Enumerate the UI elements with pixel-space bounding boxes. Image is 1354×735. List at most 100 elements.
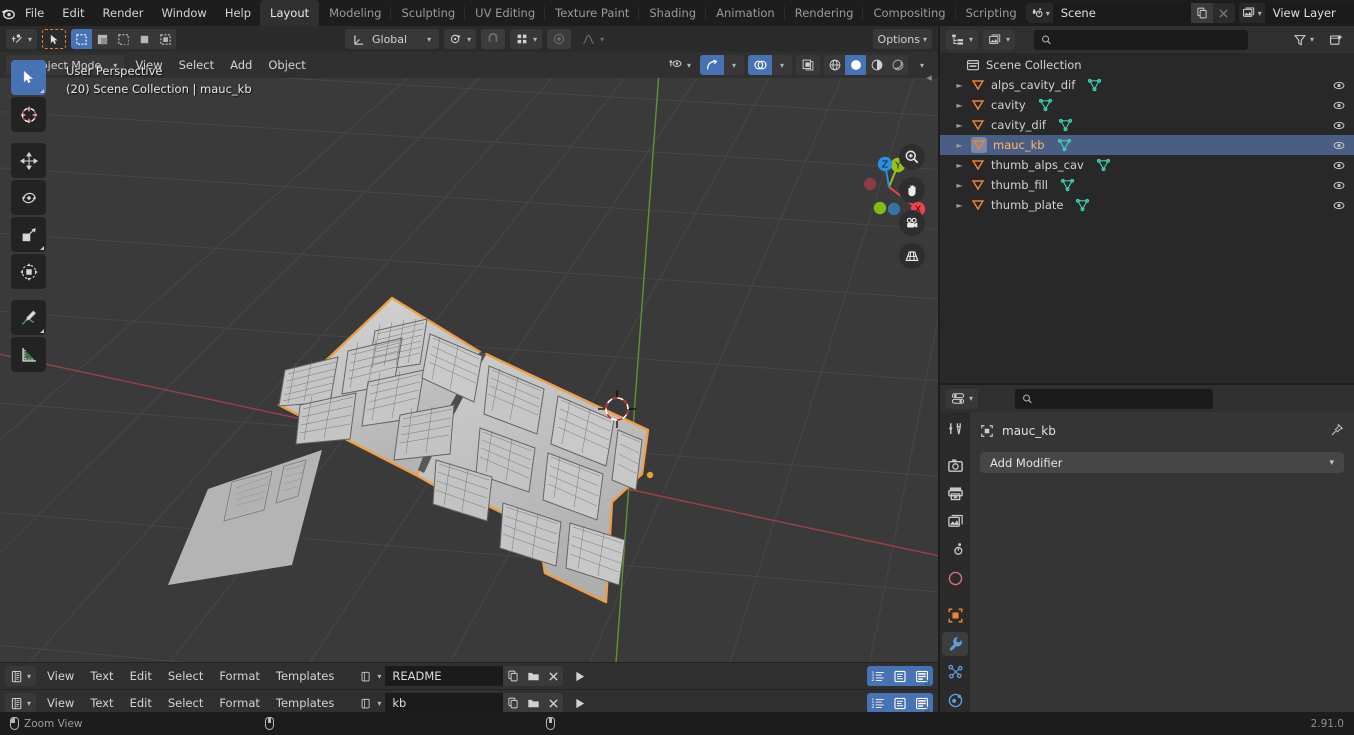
outliner-funnel-icon[interactable]: ▾ xyxy=(1288,30,1319,50)
shading-solid-icon[interactable] xyxy=(845,55,866,75)
new-collection-icon[interactable] xyxy=(1324,30,1348,50)
perspective-grid-icon[interactable] xyxy=(899,243,925,269)
new-text-icon-2[interactable] xyxy=(503,693,524,713)
object-mesh-icon[interactable] xyxy=(971,198,985,212)
text-datablock-name-2[interactable]: kb xyxy=(385,693,504,713)
pivot-point-dropdown[interactable]: ▾ xyxy=(444,29,477,49)
tool-annotate[interactable] xyxy=(11,300,46,335)
text-editor-1-menu-select[interactable]: Select xyxy=(160,666,211,686)
mesh-data-icon[interactable] xyxy=(1057,138,1072,152)
camera-icon[interactable] xyxy=(899,210,925,236)
expand-arrow-icon[interactable]: ► xyxy=(954,201,965,210)
outliner-row-mauc_kb[interactable]: ► mauc_kb xyxy=(940,135,1354,155)
gizmo-toggle[interactable] xyxy=(700,55,724,75)
viewport-canvas[interactable]: X Y Z xyxy=(0,78,938,662)
open-folder-icon-1[interactable] xyxy=(523,666,544,686)
tab-world[interactable] xyxy=(942,566,968,590)
workspace-tab-compositing[interactable]: Compositing xyxy=(863,0,956,26)
object-mesh-icon[interactable] xyxy=(971,118,985,132)
tab-scene[interactable] xyxy=(942,538,968,562)
text-editor-2-menu-edit[interactable]: Edit xyxy=(122,693,160,713)
outliner-row-thumb_alps_cav[interactable]: ► thumb_alps_cav xyxy=(940,155,1354,175)
scene-datablock[interactable]: ▾ Scene xyxy=(1026,3,1235,23)
select-invert-icon[interactable] xyxy=(134,29,155,49)
mesh-data-icon[interactable] xyxy=(1087,78,1102,92)
select-intersect-icon[interactable] xyxy=(155,29,176,49)
tab-render[interactable] xyxy=(942,454,968,478)
pin-icon[interactable] xyxy=(1330,422,1344,440)
text-editor-1-menu-view[interactable]: View xyxy=(39,666,82,686)
run-script-icon-2[interactable] xyxy=(569,693,589,713)
tab-tool[interactable] xyxy=(942,416,968,440)
workspace-tab-sculpting[interactable]: Sculpting xyxy=(391,0,465,26)
visibility-eye-icon[interactable] xyxy=(1332,79,1346,92)
line-numbers-toggle-1[interactable]: 1 2 xyxy=(867,666,889,686)
syntax-highlight-toggle-1[interactable]: △ xyxy=(911,666,933,686)
text-editor-2-menu-format[interactable]: Format xyxy=(211,693,268,713)
tool-tweak[interactable] xyxy=(11,60,46,95)
expand-arrow-icon[interactable]: ► xyxy=(954,181,965,190)
text-editor-type-icon-1[interactable]: ▾ xyxy=(5,666,37,686)
run-script-icon-1[interactable] xyxy=(569,666,589,686)
scene-name-field[interactable]: Scene xyxy=(1052,3,1191,23)
tab-output[interactable] xyxy=(942,482,968,506)
visibility-eye-icon[interactable] xyxy=(1332,139,1346,152)
sidebar-collapse-arrow-icon[interactable]: ◂ xyxy=(923,66,935,88)
scene-icon[interactable]: ▾ xyxy=(1026,3,1053,23)
view-layer-icon[interactable]: ▾ xyxy=(1238,3,1265,23)
object-mesh-icon[interactable] xyxy=(971,78,985,92)
line-numbers-toggle-2[interactable]: 1 2 xyxy=(867,693,889,713)
workspace-tab-modeling[interactable]: Modeling xyxy=(319,0,392,26)
workspace-tab-shading[interactable]: Shading xyxy=(639,0,706,26)
mesh-data-icon[interactable] xyxy=(1058,118,1073,132)
tab-physics[interactable] xyxy=(942,688,968,712)
visibility-eye-icon[interactable] xyxy=(1332,99,1346,112)
expand-arrow-icon[interactable]: ► xyxy=(954,141,965,150)
workspace-tab-rendering[interactable]: Rendering xyxy=(785,0,864,26)
outliner-search-box[interactable] xyxy=(1034,29,1249,50)
select-extend-icon[interactable] xyxy=(92,29,113,49)
visibility-eye-icon[interactable] xyxy=(1332,179,1346,192)
menu-window[interactable]: Window xyxy=(152,3,215,23)
active-tool-icon[interactable]: ▾ xyxy=(6,29,38,49)
shading-wireframe-icon[interactable] xyxy=(824,55,845,75)
text-editor-2-menu-text[interactable]: Text xyxy=(82,693,121,713)
outliner-row-cavity[interactable]: ► cavity xyxy=(940,95,1354,115)
tab-view-layer[interactable] xyxy=(942,510,968,534)
viewport-menu-select[interactable]: Select xyxy=(171,55,222,75)
outliner-display-icon[interactable]: ▾ xyxy=(946,29,979,50)
visibility-eye-icon[interactable] xyxy=(1332,159,1346,172)
outliner-root-scene-collection[interactable]: Scene Collection xyxy=(940,55,1354,75)
tool-scale[interactable] xyxy=(11,217,46,252)
text-datablock-icon-1[interactable] xyxy=(357,666,374,686)
text-editor-2-menu-select[interactable]: Select xyxy=(160,693,211,713)
text-editor-type-icon-2[interactable]: ▾ xyxy=(5,693,37,713)
text-editor-1-menu-text[interactable]: Text xyxy=(82,666,121,686)
viewlayer-name-field[interactable]: View Layer xyxy=(1264,3,1354,23)
word-wrap-toggle-2[interactable] xyxy=(889,693,911,713)
visibility-eye-icon[interactable] xyxy=(1332,199,1346,212)
tab-particles[interactable] xyxy=(942,660,968,684)
text-editor-1-menu-edit[interactable]: Edit xyxy=(122,666,160,686)
viewport-menu-object[interactable]: Object xyxy=(260,55,313,75)
mesh-data-icon[interactable] xyxy=(1075,198,1090,212)
scene-unlink-icon[interactable] xyxy=(1212,3,1235,23)
menu-file[interactable]: File xyxy=(16,3,53,23)
object-mesh-icon[interactable] xyxy=(971,158,985,172)
text-editor-1-menu-templates[interactable]: Templates xyxy=(268,666,342,686)
new-text-icon-1[interactable] xyxy=(503,666,524,686)
unlink-text-icon-1[interactable] xyxy=(543,666,564,686)
overlays-toggle[interactable] xyxy=(748,55,772,75)
outliner-search-input[interactable] xyxy=(1057,33,1242,46)
tab-modifiers[interactable] xyxy=(942,631,968,656)
viewport-3d[interactable]: ▾ Global ▾ ▾ ▾ ▾ Options ▾ Object Mode ▾… xyxy=(0,26,938,662)
properties-editor-type-icon[interactable]: ▾ xyxy=(946,388,979,409)
tool-measure[interactable] xyxy=(11,337,46,372)
mesh-data-icon[interactable] xyxy=(1096,158,1111,172)
show-hide-dropdown[interactable]: ▾ xyxy=(663,55,696,75)
proportional-edit-icon[interactable] xyxy=(547,29,572,49)
tool-cursor[interactable] xyxy=(11,97,46,132)
visibility-eye-icon[interactable] xyxy=(1332,119,1346,132)
text-datablock-name-1[interactable]: README xyxy=(385,666,504,686)
workspace-tab-scripting[interactable]: Scripting xyxy=(956,0,1027,26)
